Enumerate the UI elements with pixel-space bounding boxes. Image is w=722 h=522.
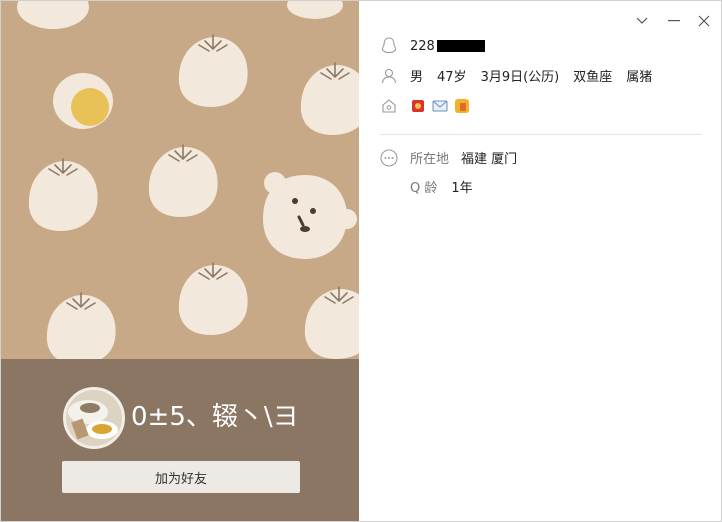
- profile-card: 0±5、辍丶\ヨ 加为好友: [1, 1, 359, 521]
- mail-badge-icon[interactable]: [432, 98, 448, 114]
- qage-value: 1年: [451, 181, 473, 196]
- gender: 男: [410, 70, 424, 85]
- minimize-icon: [668, 20, 680, 22]
- chevron-down-icon: [636, 17, 648, 24]
- nickname: 0±5、辍丶\ヨ: [131, 402, 299, 432]
- medal-badge-icon[interactable]: [410, 98, 426, 114]
- qage-label: Q 龄: [410, 181, 438, 196]
- close-icon: [698, 15, 710, 27]
- location-row: 所在地 福建 厦门: [380, 148, 517, 167]
- location-value: 福建 厦门: [461, 152, 518, 167]
- minimize-button[interactable]: [664, 11, 684, 31]
- penguin-icon: [380, 37, 398, 55]
- divider: [380, 134, 702, 135]
- redaction-bar: [436, 40, 485, 52]
- qq-number-row: 228: [380, 37, 485, 55]
- profile-window: 0±5、辍丶\ヨ 加为好友 228 男 47岁 3月9日(公历) 双鱼座 属猪 …: [0, 0, 722, 522]
- basic-info-row: 男 47岁 3月9日(公历) 双鱼座 属猪: [380, 66, 652, 85]
- location-label: 所在地: [410, 152, 450, 167]
- add-friend-button[interactable]: 加为好友: [62, 461, 300, 493]
- birthday: 3月9日(公历): [480, 70, 560, 85]
- zodiac: 双鱼座: [573, 70, 613, 85]
- avatar[interactable]: [63, 387, 125, 449]
- cover-image: [1, 1, 359, 359]
- avatar-image: [66, 390, 122, 446]
- bun-pattern: [17, 1, 359, 359]
- badges-row: [380, 97, 476, 115]
- home-icon: [380, 97, 398, 115]
- info-panel: 228 男 47岁 3月9日(公历) 双鱼座 属猪 所在地 福建 厦门 Q 龄 …: [360, 1, 721, 521]
- person-icon: [380, 67, 398, 85]
- gold-badge-icon[interactable]: [454, 98, 470, 114]
- chinese-zodiac: 属猪: [626, 70, 653, 85]
- collapse-button[interactable]: [632, 11, 652, 31]
- qq-number: 228: [410, 38, 435, 54]
- profile-footer: [1, 359, 359, 521]
- close-button[interactable]: [694, 11, 714, 31]
- more-icon: [380, 148, 398, 167]
- age: 47岁: [437, 70, 467, 85]
- qage-row: Q 龄 1年: [410, 177, 473, 196]
